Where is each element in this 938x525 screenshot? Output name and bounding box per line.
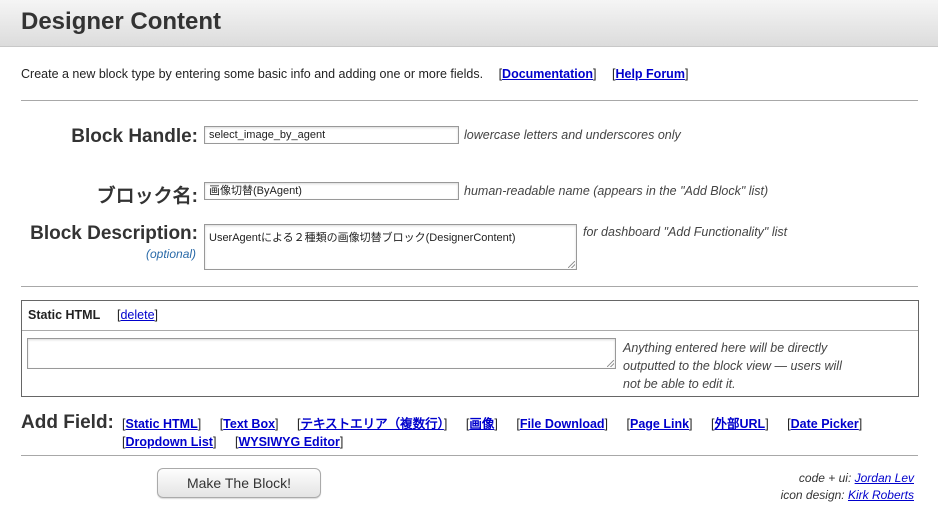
add-dropdown-list-link[interactable]: Dropdown List [125,435,213,449]
hint-line: Anything entered here will be directly [623,341,828,355]
code-credit-label: code + ui: [798,471,852,485]
add-field-links: [Static HTML] [Text Box] [テキストエリア（複数行）] … [122,417,863,449]
field-title: Static HTML [28,308,101,322]
field-delete: [delete] [117,308,159,322]
code-credit-link[interactable]: Jordan Lev [855,471,914,485]
divider [21,100,918,101]
add-field-label: Add Field: [21,412,114,433]
block-handle-hint: lowercase letters and underscores only [464,128,681,142]
page-header: Designer Content [0,0,938,47]
add-static-html-link[interactable]: Static HTML [125,417,197,431]
add-image-link[interactable]: 画像 [469,417,494,431]
documentation-link[interactable]: Documentation [502,67,593,81]
block-name-input[interactable]: 画像切替(ByAgent) [204,182,459,200]
add-date-picker-link[interactable]: Date Picker [791,417,859,431]
static-html-textarea[interactable] [27,338,616,369]
help-forum-link[interactable]: Help Forum [615,67,684,81]
credits: code + ui: Jordan Lev icon design: Kirk … [781,470,914,504]
block-description-value: UserAgentによる２種類の画像切替ブロック(DesignerContent… [209,232,516,244]
divider [21,455,918,456]
block-name-label: ブロック名: [96,186,198,207]
intro-text-row: Create a new block type by entering some… [21,67,689,81]
icon-credit-label: icon design: [780,488,845,502]
block-handle-label: Block Handle: [71,126,198,147]
make-block-button[interactable]: Make The Block! [157,468,321,498]
icon-credit-link[interactable]: Kirk Roberts [848,488,914,502]
block-description-hint: for dashboard "Add Functionality" list [583,225,788,239]
hint-line: not be able to edit it. [623,377,736,391]
optional-note: (optional) [146,247,197,261]
static-html-field-panel: Static HTML [delete] Anything entered he… [21,300,919,397]
field-header: Static HTML [delete] [22,301,918,331]
resize-handle-icon[interactable] [568,261,575,268]
add-wysiwyg-editor-link[interactable]: WYSIWYG Editor [238,435,339,449]
delete-field-link[interactable]: delete [120,308,154,322]
add-external-url-link[interactable]: 外部URL [715,417,766,431]
hint-line: outputted to the block view — users will [623,359,842,373]
add-textarea-link[interactable]: テキストエリア（複数行） [301,417,444,431]
page-title: Designer Content [21,8,222,35]
block-handle-input[interactable]: select_image_by_agent [204,126,459,144]
static-html-hint: Anything entered here will be directly o… [623,339,842,393]
divider [21,286,918,287]
add-file-download-link[interactable]: File Download [520,417,605,431]
add-page-link-link[interactable]: Page Link [630,417,689,431]
resize-handle-icon[interactable] [607,360,614,367]
block-name-hint: human-readable name (appears in the "Add… [464,184,769,198]
block-description-label: Block Description: [30,223,198,244]
add-text-box-link[interactable]: Text Box [223,417,275,431]
block-description-textarea[interactable]: UserAgentによる２種類の画像切替ブロック(DesignerContent… [204,224,577,270]
intro-text: Create a new block type by entering some… [21,67,484,81]
